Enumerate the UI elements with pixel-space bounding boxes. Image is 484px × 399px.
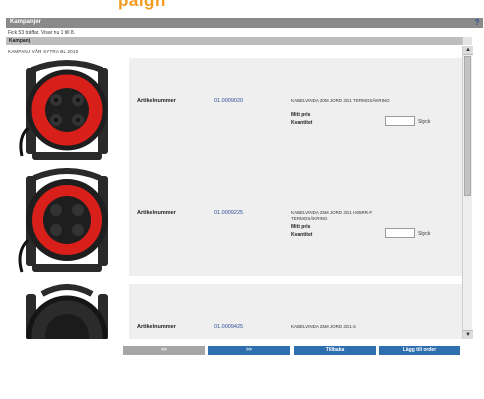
quantity-label: Kvantitet bbox=[291, 232, 313, 238]
cable-reel-image bbox=[19, 60, 108, 160]
article-number-link[interactable]: 01.0009225 bbox=[214, 210, 243, 216]
section-title: Kampanj bbox=[9, 38, 31, 44]
next-page-button[interactable]: >> bbox=[208, 346, 290, 355]
product-list: KAMPANJ VÅR SYTRA BL 2010 Artikelnummer … bbox=[6, 46, 472, 339]
add-to-order-button[interactable]: Lägg till order bbox=[379, 346, 460, 355]
article-number-link[interactable]: 01.0009425 bbox=[214, 324, 243, 330]
product-info: Artikelnummer 01.0009020 KABELVINDA 20M … bbox=[129, 58, 462, 168]
product-row: Artikelnummer 01.0009225 KABELVINDA 25M … bbox=[6, 168, 468, 278]
product-description: KABELVINDA 25M JORD 3G1 H05RR-F TERMOSÄK… bbox=[291, 210, 373, 221]
article-number-label: Artikelnummer bbox=[137, 98, 176, 104]
vertical-scrollbar[interactable]: ▲ ▼ bbox=[462, 46, 473, 339]
product-info: Artikelnummer 01.0009425 KABELVINDA 25M … bbox=[129, 284, 462, 339]
page-heading: paign bbox=[118, 0, 166, 10]
article-number-label: Artikelnummer bbox=[137, 324, 176, 330]
help-icon[interactable]: ? bbox=[473, 18, 481, 28]
campaign-name: KAMPANJ VÅR SYTRA BL 2010 bbox=[8, 49, 79, 54]
unit-label: Styck bbox=[418, 119, 431, 125]
product-info: Artikelnummer 01.0009225 KABELVINDA 25M … bbox=[129, 168, 462, 276]
scrollbar-thumb[interactable] bbox=[464, 56, 471, 196]
quantity-input[interactable] bbox=[385, 116, 415, 126]
product-row: Artikelnummer 01.0009020 KABELVINDA 20M … bbox=[6, 56, 468, 168]
hits-status: Fick 53 träffar. Visar nu 1 till 8. bbox=[8, 30, 76, 36]
unit-label: Styck bbox=[418, 231, 431, 237]
section-header: Kampanj bbox=[6, 37, 472, 45]
price-label: Mitt pris bbox=[291, 112, 311, 118]
back-button[interactable]: Tillbaka bbox=[294, 346, 376, 355]
section-scrollbar-stub bbox=[462, 37, 472, 45]
title-bar: Kampanjer ? bbox=[6, 18, 483, 28]
scroll-up-arrow-icon[interactable]: ▲ bbox=[463, 46, 473, 55]
quantity-input[interactable] bbox=[385, 228, 415, 238]
cable-reel-image bbox=[26, 284, 108, 339]
title-bar-label: Kampanjer bbox=[10, 19, 42, 25]
article-number-link[interactable]: 01.0009020 bbox=[214, 98, 243, 104]
scroll-down-arrow-icon[interactable]: ▼ bbox=[463, 330, 473, 339]
previous-page-button[interactable]: << bbox=[123, 346, 205, 355]
price-label: Mitt pris bbox=[291, 224, 311, 230]
quantity-label: Kvantitet bbox=[291, 120, 313, 126]
article-number-label: Artikelnummer bbox=[137, 210, 176, 216]
product-row: Artikelnummer 01.0009425 KABELVINDA 25M … bbox=[6, 280, 468, 339]
product-description: KABELVINDA 20M JORD 3G1 TERMOSÄKRING bbox=[291, 98, 390, 103]
cable-reel-image bbox=[18, 168, 108, 273]
product-description: KABELVINDA 25M JORD 3G1.5 bbox=[291, 324, 356, 329]
